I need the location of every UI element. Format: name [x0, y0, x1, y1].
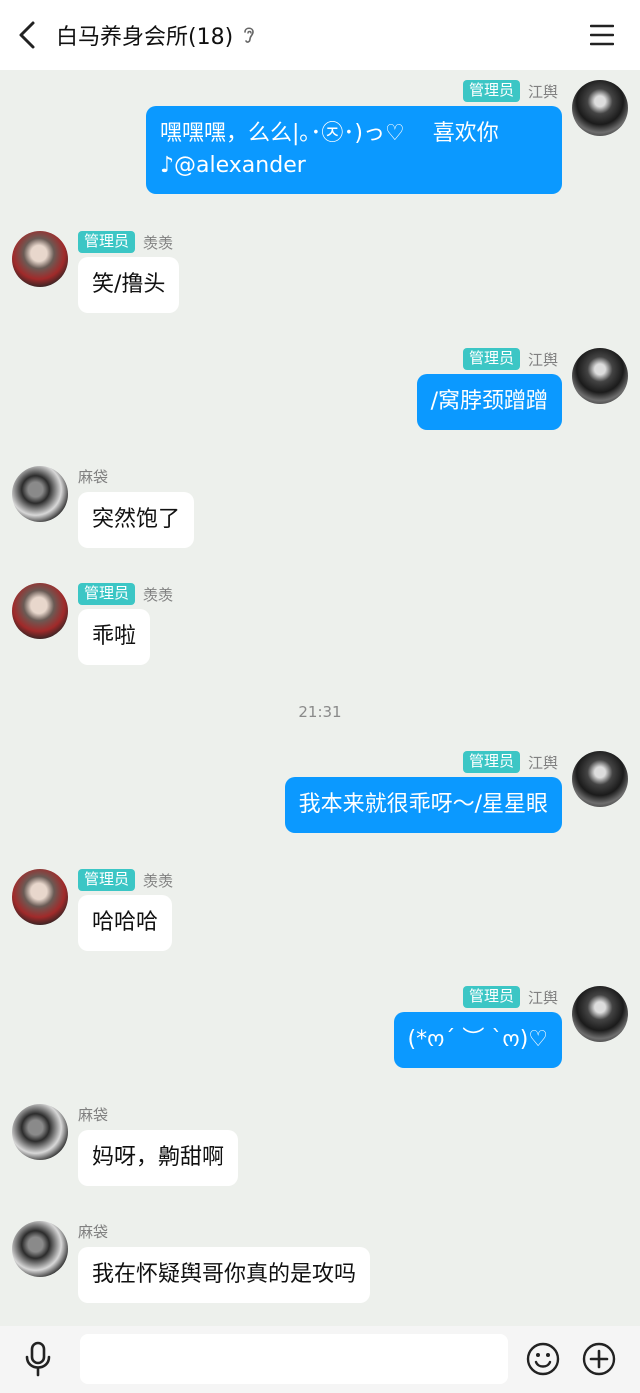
message-bubble[interactable]: 妈呀，齁甜啊	[78, 1130, 239, 1186]
group-title-text: 白马养身会所(18)	[56, 25, 234, 50]
hamburger-menu-icon[interactable]	[590, 24, 614, 46]
sender-name: 江舆	[527, 988, 558, 1007]
sender-name: 麻袋	[78, 1223, 109, 1241]
admin-badge: 管理员	[78, 583, 136, 605]
message-bubble[interactable]: 突然饱了	[78, 492, 195, 548]
message-bubble[interactable]: 乖啦	[78, 609, 151, 665]
group-title: 白马养身会所(18)	[56, 19, 257, 51]
sender-meta: 管理员 羡羡	[78, 869, 173, 891]
sender-name: 麻袋	[78, 1106, 109, 1124]
avatar[interactable]	[12, 583, 68, 639]
message-bubble[interactable]: 我在怀疑舆哥你真的是攻吗	[78, 1247, 371, 1303]
admin-badge: 管理员	[462, 751, 520, 773]
chevron-left-icon[interactable]	[14, 17, 42, 53]
sender-meta: 管理员 江舆	[462, 80, 558, 102]
sender-meta: 管理员 江舆	[462, 348, 558, 370]
sender-meta: 管理员 羡羡	[78, 583, 173, 605]
input-bar	[0, 1326, 640, 1393]
admin-badge: 管理员	[462, 80, 520, 102]
sender-meta: 麻袋	[78, 1221, 108, 1242]
sender-name: 江舆	[527, 753, 558, 772]
sender-meta: 麻袋	[78, 466, 108, 487]
admin-badge: 管理员	[78, 869, 136, 891]
admin-badge: 管理员	[462, 348, 520, 370]
sender-meta: 管理员 江舆	[462, 751, 558, 773]
avatar[interactable]	[12, 1104, 68, 1160]
avatar[interactable]	[12, 1221, 68, 1277]
sender-name: 江舆	[527, 82, 558, 101]
sender-meta: 管理员 江舆	[462, 986, 558, 1008]
avatar[interactable]	[572, 986, 628, 1042]
admin-badge: 管理员	[462, 986, 520, 1008]
chat-header: 白马养身会所(18)	[0, 0, 640, 70]
avatar[interactable]	[12, 466, 68, 522]
avatar[interactable]	[12, 869, 68, 925]
microphone-icon[interactable]	[22, 1340, 54, 1378]
message-bubble[interactable]: 哈哈哈	[78, 895, 173, 951]
message-bubble[interactable]: (*ო´ ︶ `ო)♡	[393, 1012, 562, 1068]
sender-name: 江舆	[527, 350, 558, 369]
plus-circle-icon[interactable]	[582, 1342, 616, 1376]
message-input[interactable]	[80, 1334, 508, 1384]
sender-meta: 麻袋	[78, 1104, 108, 1125]
message-bubble[interactable]: 我本来就很乖呀～/星星眼	[284, 777, 562, 833]
timestamp: 21:31	[298, 703, 342, 721]
sender-name: 羡羡	[143, 871, 174, 890]
sender-meta: 管理员 羡羡	[78, 231, 173, 253]
avatar[interactable]	[572, 751, 628, 807]
sender-name: 羡羡	[143, 233, 174, 252]
message-bubble[interactable]: /窝脖颈蹭蹭	[416, 374, 562, 430]
chat-screen: 白马养身会所(18) 管理员 江舆 嘿嘿嘿，么么|｡･㉨･)っ♡ 喜欢你 ♪@a…	[0, 0, 640, 1393]
admin-badge: 管理员	[78, 231, 136, 253]
ear-icon	[244, 27, 254, 43]
message-bubble[interactable]: 笑/撸头	[78, 257, 180, 313]
message-bubble[interactable]: 嘿嘿嘿，么么|｡･㉨･)っ♡ 喜欢你 ♪@alexander	[146, 106, 562, 194]
sender-name: 麻袋	[78, 468, 109, 486]
sender-name: 羡羡	[143, 585, 174, 604]
avatar[interactable]	[572, 348, 628, 404]
message-list[interactable]: 管理员 江舆 嘿嘿嘿，么么|｡･㉨･)っ♡ 喜欢你 ♪@alexander 管理…	[0, 70, 640, 1326]
smiley-icon[interactable]	[526, 1342, 560, 1376]
avatar[interactable]	[572, 80, 628, 136]
avatar[interactable]	[12, 231, 68, 287]
